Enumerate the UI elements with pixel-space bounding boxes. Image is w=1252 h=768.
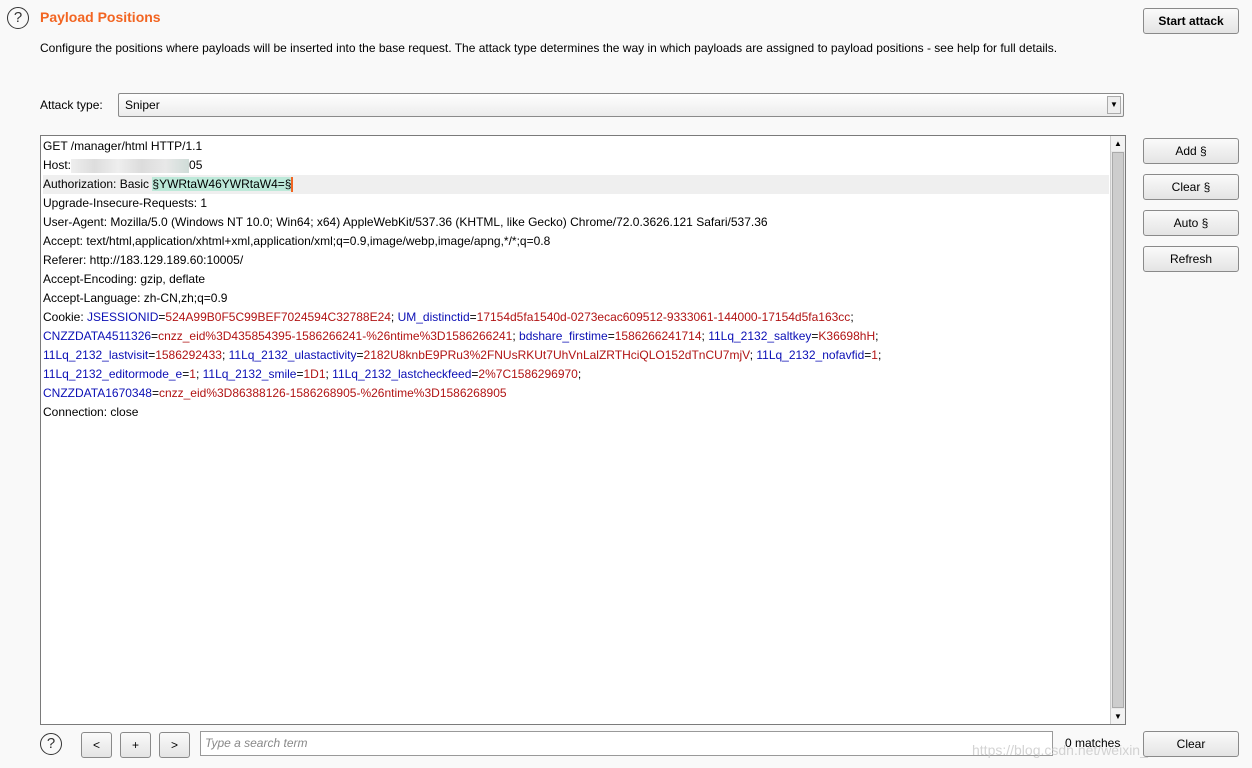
request-line: Upgrade-Insecure-Requests: 1 xyxy=(43,194,1109,213)
cookie-name: CNZZDATA4511326 xyxy=(43,329,152,343)
request-line: 11Lq_2132_lastvisit = 1586292433; 11Lq_213… xyxy=(43,346,1109,365)
request-text: ; xyxy=(390,310,398,324)
cookie-value: K36698hH xyxy=(818,329,876,343)
request-line: Host: 05 xyxy=(43,156,1109,175)
redacted-host xyxy=(71,158,190,173)
add-marker-button[interactable]: Add § xyxy=(1143,138,1239,164)
request-text: = xyxy=(607,329,615,343)
description: Configure the positions where payloads w… xyxy=(40,41,1058,55)
refresh-button[interactable]: Refresh xyxy=(1143,246,1239,272)
request-text: ; xyxy=(875,329,879,343)
request-line: CNZZDATA4511326=cnzz_eid%3D435854395-158… xyxy=(43,327,1109,346)
cookie-value: 2%7C1586296970 xyxy=(478,367,578,381)
request-text: 05 xyxy=(189,158,203,172)
clear-search-button[interactable]: Clear xyxy=(1143,731,1239,757)
attack-type-label: Attack type: xyxy=(40,98,103,112)
attack-type-value: Sniper xyxy=(125,98,160,112)
start-attack-button[interactable]: Start attack xyxy=(1143,8,1239,34)
help-icon[interactable]: ? xyxy=(40,733,62,755)
request-line: CNZZDATA1670348=cnzz_eid%3D86388126-1586… xyxy=(43,384,1109,403)
request-line: Referer: http://183.129.189.60:10005/ xyxy=(43,251,1109,270)
help-icon[interactable]: ? xyxy=(7,7,29,29)
chevron-down-icon: ▼ xyxy=(1107,96,1121,114)
request-text: ; xyxy=(850,310,854,324)
request-text: = xyxy=(151,386,159,400)
cookie-value: cnzz_eid%3D86388126-1586268905-%26ntime%… xyxy=(158,386,507,400)
text-caret xyxy=(291,177,294,193)
cookie-name: 11Lq_2132_lastvisit xyxy=(43,348,149,362)
cookie-value: 1 xyxy=(871,348,878,362)
scroll-up-icon[interactable]: ▲ xyxy=(1111,136,1125,151)
request-text: ; xyxy=(577,367,582,381)
scrollbar[interactable]: ▲ ▼ xyxy=(1110,136,1125,724)
request-text: Accept-Language: zh-CN,zh;q=0.9 xyxy=(43,291,228,305)
cookie-name: bdshare_firstime xyxy=(519,329,608,343)
request-line: Cookie: JSESSIONID = 524A99B0F5C99BEF70245… xyxy=(43,308,1109,327)
request-text: ; xyxy=(877,348,882,362)
cookie-name: 11Lq_2132_lastcheckfeed xyxy=(332,367,472,381)
request-text: Cookie: xyxy=(43,310,88,324)
request-text: Upgrade-Insecure-Requests: 1 xyxy=(43,196,208,210)
auto-marker-button[interactable]: Auto § xyxy=(1143,210,1239,236)
request-line: GET /manager/html HTTP/1.1 xyxy=(43,137,1109,156)
request-line: Authorization: Basic §YWRtaW46YWRtaW4=§ xyxy=(43,175,1109,194)
cookie-name: 11Lq_2132_smile xyxy=(202,367,297,381)
request-text: User-Agent: Mozilla/5.0 (Windows NT 10.0… xyxy=(43,215,768,229)
add-search-button[interactable]: + xyxy=(120,732,151,758)
search-input[interactable]: Type a search term xyxy=(200,731,1053,756)
cookie-value: 17154d5fa1540d-0273ecac609512-9333061-14… xyxy=(476,310,851,324)
cookie-name: JSESSIONID xyxy=(87,310,159,324)
request-line: 11Lq_2132_editormode_e=1; 11Lq_2132_smil… xyxy=(43,365,1109,384)
request-line: Connection: close xyxy=(43,403,1109,422)
cookie-name: 11Lq_2132_nofavfid xyxy=(756,348,865,362)
attack-type-select[interactable]: Sniper ▼ xyxy=(118,93,1124,117)
next-match-button[interactable]: > xyxy=(159,732,190,758)
request-text: Connection: close xyxy=(43,405,139,419)
request-text: Authorization: Basic xyxy=(43,177,153,191)
clear-marker-button[interactable]: Clear § xyxy=(1143,174,1239,200)
cookie-value: cnzz_eid%3D435854395-1586266241-%26ntime… xyxy=(158,329,513,343)
request-text: ; xyxy=(195,367,203,381)
request-text: = xyxy=(469,310,477,324)
request-text: Host: xyxy=(43,158,72,172)
previous-match-button[interactable]: < xyxy=(81,732,112,758)
page-title: Payload Positions xyxy=(40,9,161,25)
cookie-value: 1586266241714 xyxy=(614,329,702,343)
request-line: User-Agent: Mozilla/5.0 (Windows NT 10.0… xyxy=(43,213,1109,232)
cookie-name: UM_distinctid xyxy=(397,310,470,324)
request-text: GET /manager/html HTTP/1.1 xyxy=(43,139,203,153)
request-text: ; xyxy=(221,348,229,362)
cookie-name: 11Lq_2132_saltkey xyxy=(708,329,812,343)
cookie-value: 2182U8knbE9PRu3%2FNUsRKUt7UhVnLalZRTHciQ… xyxy=(363,348,750,362)
payload-position: §YWRtaW46YWRtaW4=§ xyxy=(152,177,292,191)
request-line: Accept-Encoding: gzip, deflate xyxy=(43,270,1109,289)
cookie-value: 1586292433 xyxy=(155,348,222,362)
request-text: Accept-Encoding: gzip, deflate xyxy=(43,272,206,286)
request-text: ; xyxy=(512,329,520,343)
request-line: Accept-Language: zh-CN,zh;q=0.9 xyxy=(43,289,1109,308)
request-editor[interactable]: GET /manager/html HTTP/1.1 Host: 05 Authori… xyxy=(40,135,1126,725)
request-text: Referer: http://183.129.189.60:10005/ xyxy=(43,253,244,267)
request-lines: GET /manager/html HTTP/1.1 Host: 05 Authori… xyxy=(43,137,1109,422)
cookie-value: 1 xyxy=(189,367,196,381)
request-text: Accept: text/html,application/xhtml+xml,… xyxy=(43,234,551,248)
scroll-down-icon[interactable]: ▼ xyxy=(1111,709,1125,724)
cookie-name: CNZZDATA1670348 xyxy=(43,386,152,400)
request-text: = xyxy=(356,348,364,362)
cookie-value: 524A99B0F5C99BEF7024594C32788E24 xyxy=(165,310,391,324)
cookie-name: 11Lq_2132_ulastactivity xyxy=(228,348,357,362)
scroll-thumb[interactable] xyxy=(1112,152,1124,708)
cookie-value: 1D1 xyxy=(303,367,326,381)
cookie-name: 11Lq_2132_editormode_e xyxy=(43,367,183,381)
request-text: = xyxy=(151,329,159,343)
request-line: Accept: text/html,application/xhtml+xml,… xyxy=(43,232,1109,251)
